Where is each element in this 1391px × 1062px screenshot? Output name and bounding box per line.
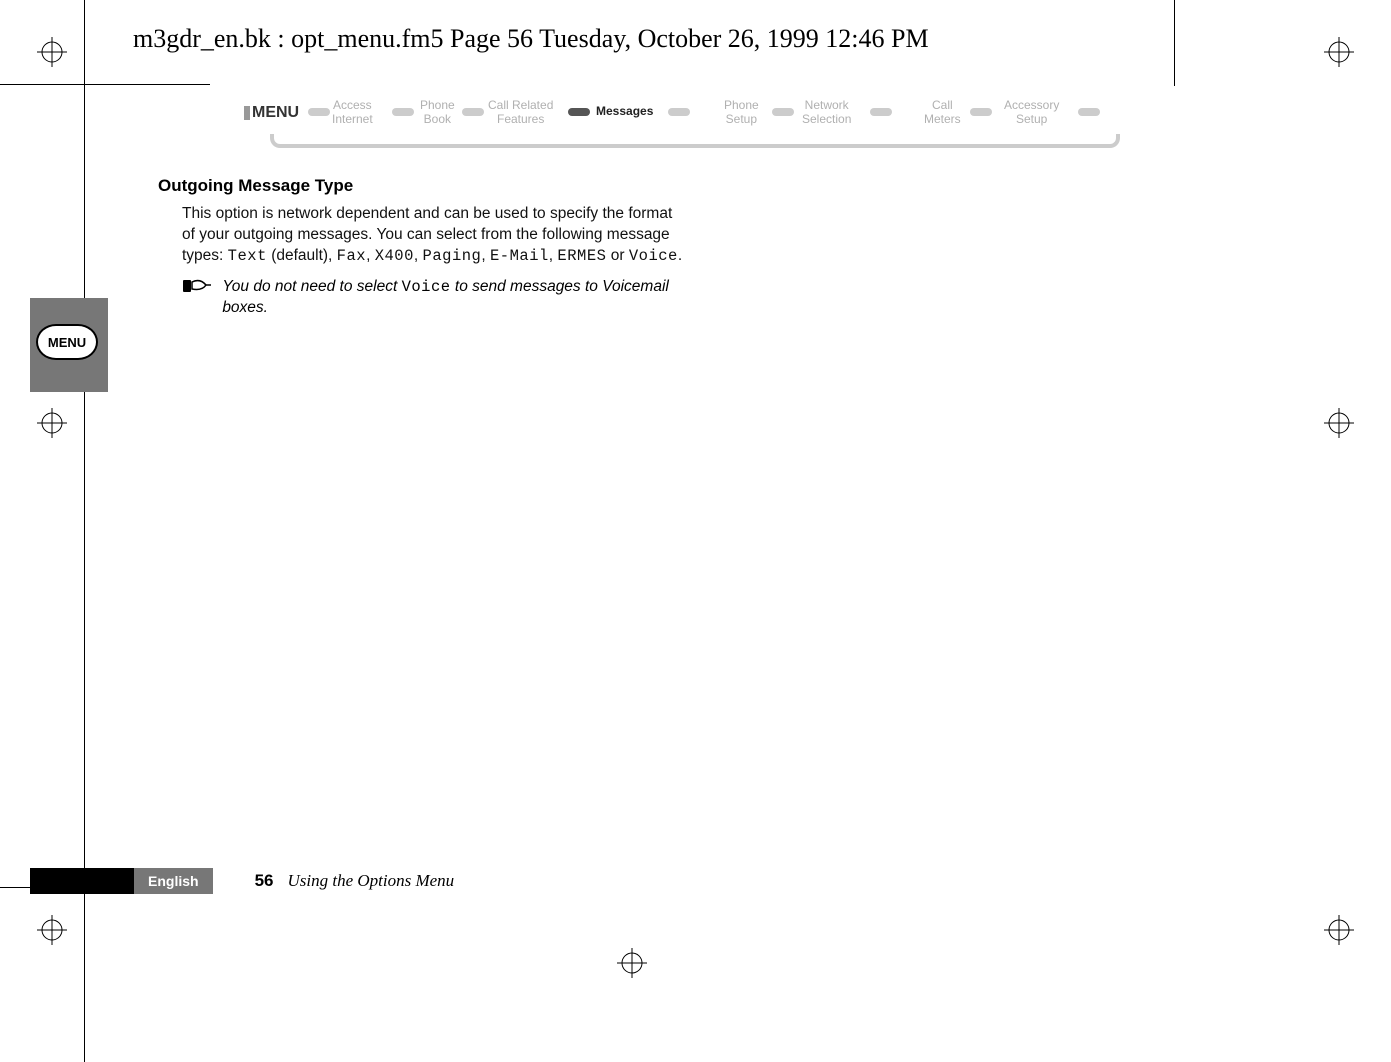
menu-item-call-meters: CallMeters [924, 98, 961, 126]
document-header: m3gdr_en.bk : opt_menu.fm5 Page 56 Tuesd… [133, 24, 929, 54]
separator: , [366, 247, 375, 264]
pill-icon [668, 108, 690, 116]
paragraph-end: . [678, 247, 682, 264]
or-label: or [606, 247, 628, 264]
menu-item-access-internet: AccessInternet [332, 98, 373, 126]
type-x400: X400 [375, 247, 414, 265]
default-label: (default), [267, 247, 337, 264]
separator: , [481, 247, 490, 264]
note-block: You do not need to select Voice to send … [182, 277, 688, 319]
footer-language: English [134, 868, 213, 894]
registration-mark-icon [1324, 408, 1354, 438]
note-prefix: You do not need to select [222, 278, 401, 295]
note-text: You do not need to select Voice to send … [222, 277, 682, 319]
section-paragraph: This option is network dependent and can… [182, 204, 688, 267]
footer-black-block [30, 868, 134, 894]
pill-icon [1078, 108, 1100, 116]
note-hand-icon [182, 277, 218, 302]
section-outgoing-message-type: Outgoing Message Type This option is net… [158, 176, 688, 319]
menu-underbar [270, 134, 1120, 148]
pill-icon [392, 108, 414, 116]
menu-label: MENU [244, 104, 299, 122]
menu-item-phone-book: PhoneBook [420, 98, 455, 126]
pill-icon [308, 108, 330, 116]
crop-rule-top-right [0, 84, 210, 85]
section-heading: Outgoing Message Type [158, 176, 688, 196]
type-text: Text [228, 247, 267, 265]
type-fax: Fax [337, 247, 366, 265]
crop-rule-right-bottom [1174, 0, 1175, 86]
menu-item-messages: Messages [596, 104, 653, 118]
registration-mark-icon [37, 915, 67, 945]
menu-bullet-icon [244, 106, 250, 120]
note-voice: Voice [402, 278, 451, 296]
menu-item-network-selection: NetworkSelection [802, 98, 851, 126]
crop-rule-left [84, 0, 85, 1062]
registration-mark-icon [37, 37, 67, 67]
menu-label-text: MENU [252, 104, 299, 121]
pill-icon [870, 108, 892, 116]
menu-breadcrumb: MENU AccessInternet PhoneBook Call Relat… [244, 98, 1114, 158]
menu-item-call-related: Call RelatedFeatures [488, 98, 553, 126]
pill-icon [462, 108, 484, 116]
registration-mark-icon [1324, 37, 1354, 67]
pill-icon [970, 108, 992, 116]
menu-oval-icon: MENU [36, 324, 98, 360]
type-email: E-Mail [490, 247, 549, 265]
type-ermes: ERMES [557, 247, 606, 265]
pill-icon [772, 108, 794, 116]
menu-item-phone-setup: PhoneSetup [724, 98, 759, 126]
footer-chapter-title: Using the Options Menu [287, 871, 454, 891]
type-voice: Voice [629, 247, 678, 265]
registration-mark-icon [617, 948, 647, 978]
type-paging: Paging [423, 247, 482, 265]
registration-mark-icon [1324, 915, 1354, 945]
menu-oval-label: MENU [48, 335, 86, 350]
footer-page-number: 56 [255, 871, 274, 891]
separator: , [414, 247, 423, 264]
menu-item-accessory-setup: AccessorySetup [1004, 98, 1059, 126]
registration-mark-icon [37, 408, 67, 438]
page-footer: English 56 Using the Options Menu [30, 868, 454, 894]
pill-icon [568, 108, 590, 116]
